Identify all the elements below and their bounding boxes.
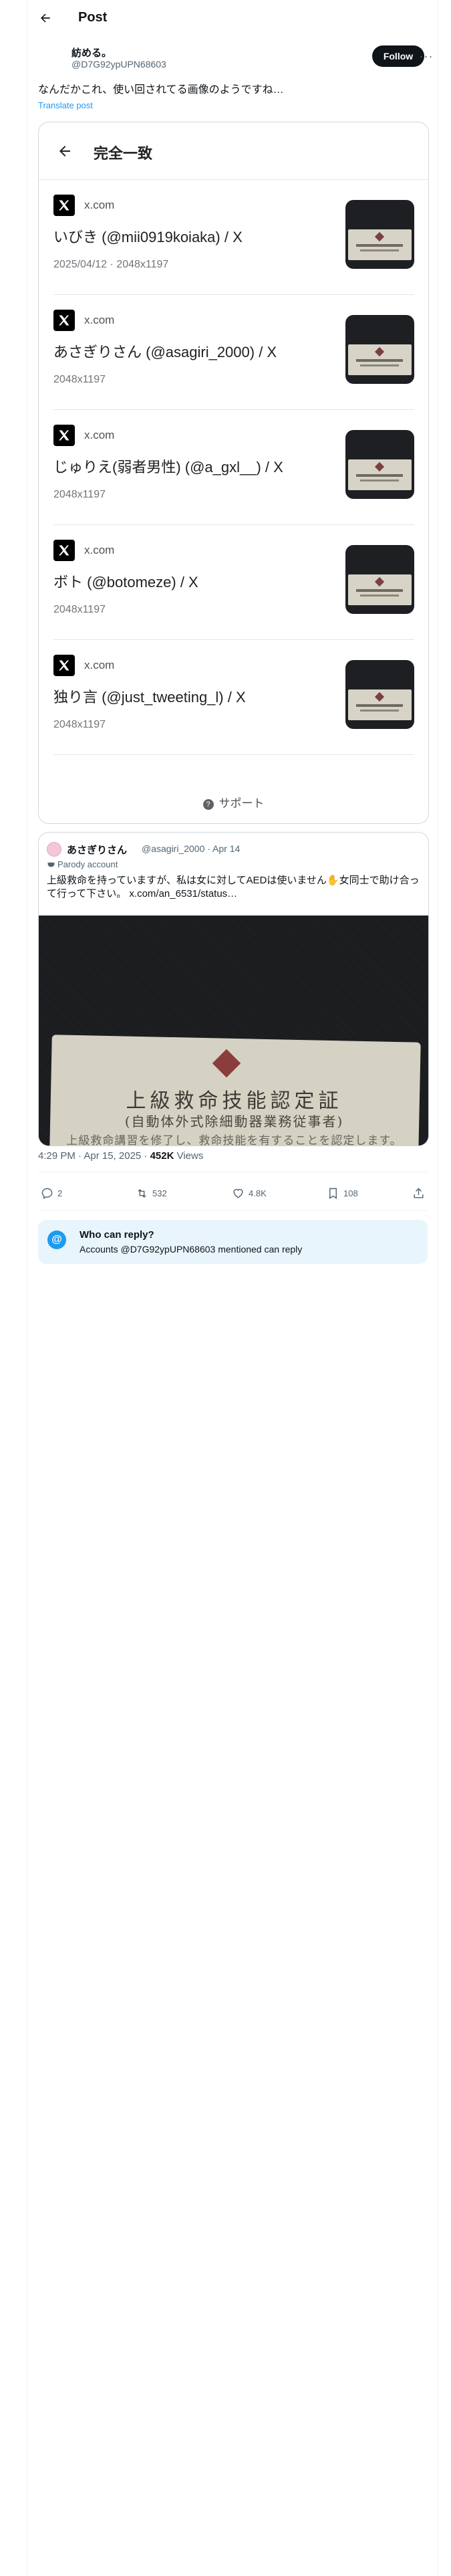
certificate-subtitle: (自動体外式除細動器業務従事者) <box>124 1113 344 1130</box>
x-logo-icon <box>53 540 75 561</box>
page-title: Post <box>78 10 108 25</box>
post-timestamp[interactable]: 4:29 PM · Apr 15, 2025 · 452K Views <box>38 1150 203 1162</box>
heart-icon <box>233 1188 243 1198</box>
result-thumbnail <box>345 430 414 499</box>
reply-button[interactable]: 2 <box>41 1181 62 1205</box>
help-icon: ? <box>202 799 214 810</box>
result-site: x.com <box>84 544 115 556</box>
x-logo-icon <box>53 195 75 216</box>
repost-button[interactable]: 532 <box>136 1181 167 1205</box>
author-name[interactable]: 紡める。 <box>71 45 112 60</box>
image-search-title: 完全一致 <box>94 145 153 162</box>
search-result: x.com あさぎりさん (@asagiri_2000) / X 2048x11… <box>53 310 414 410</box>
result-meta: 2048x1197 <box>53 489 106 500</box>
reply-restriction-desc: Accounts @D7G92ypUPN68603 mentioned can … <box>80 1244 303 1255</box>
views-count: 452K <box>150 1150 174 1162</box>
share-icon <box>414 1187 424 1198</box>
certificate-title: 上級救命技能認定証 <box>126 1089 343 1113</box>
parody-label: Parody account <box>57 859 118 869</box>
at-sign-icon: @ <box>47 1230 66 1249</box>
bookmark-button[interactable]: 108 <box>327 1181 358 1205</box>
timeline-column: Post 紡める。 @D7G92ypUPN68603 Follow ··· なん… <box>27 0 438 2576</box>
bookmark-icon <box>329 1188 337 1199</box>
quote-author-name: あさぎりさん <box>67 845 128 856</box>
x-logo-icon <box>53 310 75 331</box>
certificate-footer: 上級救命講習を修了し、救命技能を有することを認定します。 <box>66 1134 402 1146</box>
x-logo-icon <box>53 655 75 676</box>
result-site: x.com <box>84 199 115 211</box>
author-handle[interactable]: @D7G92ypUPN68603 <box>71 59 166 70</box>
avatar[interactable] <box>38 43 65 70</box>
search-result: x.com いびき (@mii0919koiaka) / X 2025/04/1… <box>53 195 414 295</box>
quote-text: 上級救命を持っていますが、私は女に対してAEDは使いません✋女同士で助け合って行… <box>47 875 420 899</box>
translate-post-link[interactable]: Translate post <box>38 100 93 110</box>
quote-avatar <box>47 842 61 857</box>
x-logo-icon <box>53 425 75 446</box>
post-image[interactable]: 完全一致 x.com いびき (@mii0919koiaka) / X 2025… <box>38 122 429 824</box>
reply-icon <box>41 1188 53 1199</box>
result-thumbnail <box>345 315 414 384</box>
result-meta: 2048x1197 <box>53 374 106 385</box>
image-back-arrow-icon <box>53 140 76 163</box>
result-title: じゅりえ(弱者男性) (@a_gxl__) / X <box>53 459 283 475</box>
search-result: x.com 独り言 (@just_tweeting_l) / X 2048x11… <box>53 655 414 755</box>
result-title: いびき (@mii0919koiaka) / X <box>53 229 243 245</box>
result-meta: 2048x1197 <box>53 604 106 615</box>
quote-image[interactable]: 上級救命技能認定証 (自動体外式除細動器業務従事者) 上級救命講習を修了し、救命… <box>39 916 428 1146</box>
result-thumbnail <box>345 200 414 269</box>
result-site: x.com <box>84 314 115 326</box>
result-meta: 2048x1197 <box>53 719 106 730</box>
result-title: 独り言 (@just_tweeting_l) / X <box>53 689 246 706</box>
result-thumbnail <box>345 660 414 729</box>
parody-badge: Parody account <box>47 859 118 869</box>
result-site: x.com <box>84 429 115 441</box>
back-button[interactable] <box>34 7 57 29</box>
result-site: x.com <box>84 659 115 671</box>
result-thumbnail <box>345 545 414 614</box>
post-text: なんだかこれ、使い回されてる画像のようですね… <box>38 84 284 96</box>
quoted-post[interactable]: あさぎりさん @asagiri_2000 · Apr 14 Parody acc… <box>38 832 429 1146</box>
result-title: あさぎりさん (@asagiri_2000) / X <box>53 344 277 360</box>
result-title: ボト (@botomeze) / X <box>53 574 198 591</box>
more-icon[interactable]: ··· <box>417 47 436 66</box>
support-link: ? サポート <box>39 794 428 811</box>
repost-icon <box>138 1188 146 1198</box>
post-author: 紡める。 @D7G92ypUPN68603 Follow ··· <box>38 43 432 76</box>
quote-author-handle: @asagiri_2000 · Apr 14 <box>142 843 241 854</box>
mask-icon <box>47 862 55 867</box>
top-bar: Post <box>27 0 438 36</box>
share-button[interactable] <box>412 1181 429 1205</box>
search-result: x.com ボト (@botomeze) / X 2048x1197 <box>53 540 414 640</box>
reply-restriction-notice: @ Who can reply? Accounts @D7G92ypUPN686… <box>38 1220 428 1264</box>
search-result: x.com じゅりえ(弱者男性) (@a_gxl__) / X 2048x119… <box>53 425 414 525</box>
image-search-header: 完全一致 <box>39 122 428 180</box>
reply-restriction-title: Who can reply? <box>80 1229 154 1241</box>
support-label: サポート <box>218 797 265 810</box>
action-bar: 2 532 4.8K 108 <box>38 1181 428 1205</box>
divider <box>38 1210 428 1211</box>
arrow-left-icon <box>41 13 50 23</box>
like-button[interactable]: 4.8K <box>232 1181 267 1205</box>
result-meta: 2025/04/12 · 2048x1197 <box>53 259 169 270</box>
